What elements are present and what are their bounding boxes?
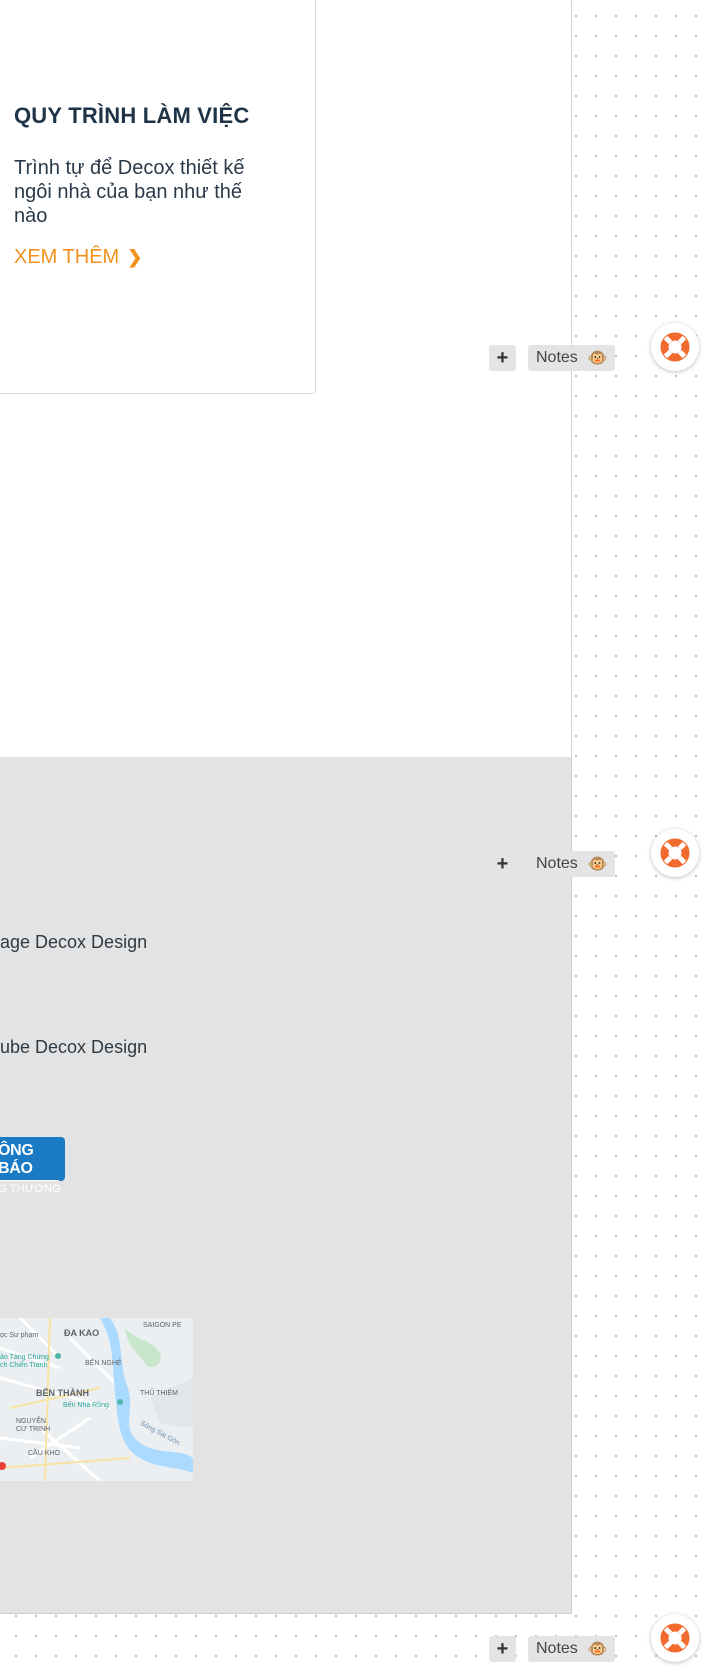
process-card: QUY TRÌNH LÀM VIỆC Trình tự để Decox thi…	[0, 0, 316, 394]
add-section-button[interactable]: +	[489, 851, 516, 877]
notes-button[interactable]: Notes 🐵	[528, 345, 615, 371]
notes-label: Notes	[536, 349, 578, 366]
chevron-right-icon: ❯	[127, 247, 143, 267]
add-section-button[interactable]: +	[489, 1636, 516, 1662]
location-map[interactable]: ĐA KAO SAIGON PE BẾN NGHÉ BẾN THÀNH THỦ …	[0, 1318, 193, 1481]
map-label-ben-nghe: BẾN NGHÉ	[85, 1360, 122, 1367]
help-button[interactable]	[651, 1614, 699, 1662]
lifebuoy-icon	[660, 332, 690, 362]
section-toolbar-3: + Notes 🐵	[489, 1636, 615, 1662]
section-toolbar-1: + Notes 🐵	[489, 345, 615, 371]
see-more-link[interactable]: XEM THÊM ❯	[14, 246, 142, 269]
notes-label: Notes	[536, 855, 578, 872]
help-button[interactable]	[651, 323, 699, 371]
map-label-ben-thanh: BẾN THÀNH	[36, 1388, 89, 1398]
youtube-link[interactable]: ube Decox Design	[0, 1037, 147, 1058]
monkey-face-icon: 🐵	[587, 1641, 608, 1658]
lifebuoy-icon	[660, 1623, 690, 1653]
see-more-label: XEM THÊM	[14, 246, 120, 268]
lifebuoy-icon	[660, 838, 690, 868]
facebook-link[interactable]: age Decox Design	[0, 932, 147, 953]
monkey-face-icon: 🐵	[587, 856, 608, 873]
map-label-ben-nha-rong: Bến Nhà Rồng	[63, 1402, 109, 1409]
badge-divider	[0, 1180, 59, 1181]
notes-button[interactable]: Notes 🐵	[528, 851, 615, 877]
canvas-edge	[571, 0, 572, 757]
map-label-cau-kho: CẦU KHO	[28, 1450, 60, 1457]
map-label-saigon: SAIGON PE	[143, 1322, 182, 1329]
card-description: Trình tự để Decox thiết kế ngôi nhà của …	[14, 157, 245, 227]
notes-button[interactable]: Notes 🐵	[528, 1636, 615, 1662]
footer-section	[0, 757, 572, 1614]
section-toolbar-2: + Notes 🐵	[489, 851, 615, 877]
notes-label: Notes	[536, 1640, 578, 1657]
map-label-thu-thiem: THỦ THIÊM	[140, 1390, 178, 1397]
map-label-da-kao: ĐA KAO	[64, 1328, 100, 1338]
registered-badge[interactable]: ÔNG BÁO G THƯƠNG	[0, 1137, 65, 1195]
map-label-bao-tang: ảo Tàng Chứng ch Chiến Tranh	[0, 1354, 49, 1369]
monkey-face-icon: 🐵	[587, 350, 608, 367]
badge-line-2: G THƯƠNG	[0, 1183, 62, 1195]
add-section-button[interactable]: +	[489, 345, 516, 371]
map-label-su-pham: ọc Sư phạm	[0, 1332, 39, 1339]
help-button[interactable]	[651, 829, 699, 877]
map-label-nguyen-cu-trinh: NGUYỄN CƯ TRINH	[16, 1418, 51, 1433]
card-title: QUY TRÌNH LÀM VIỆC	[14, 103, 250, 128]
badge-line-1: ÔNG BÁO	[0, 1142, 34, 1177]
